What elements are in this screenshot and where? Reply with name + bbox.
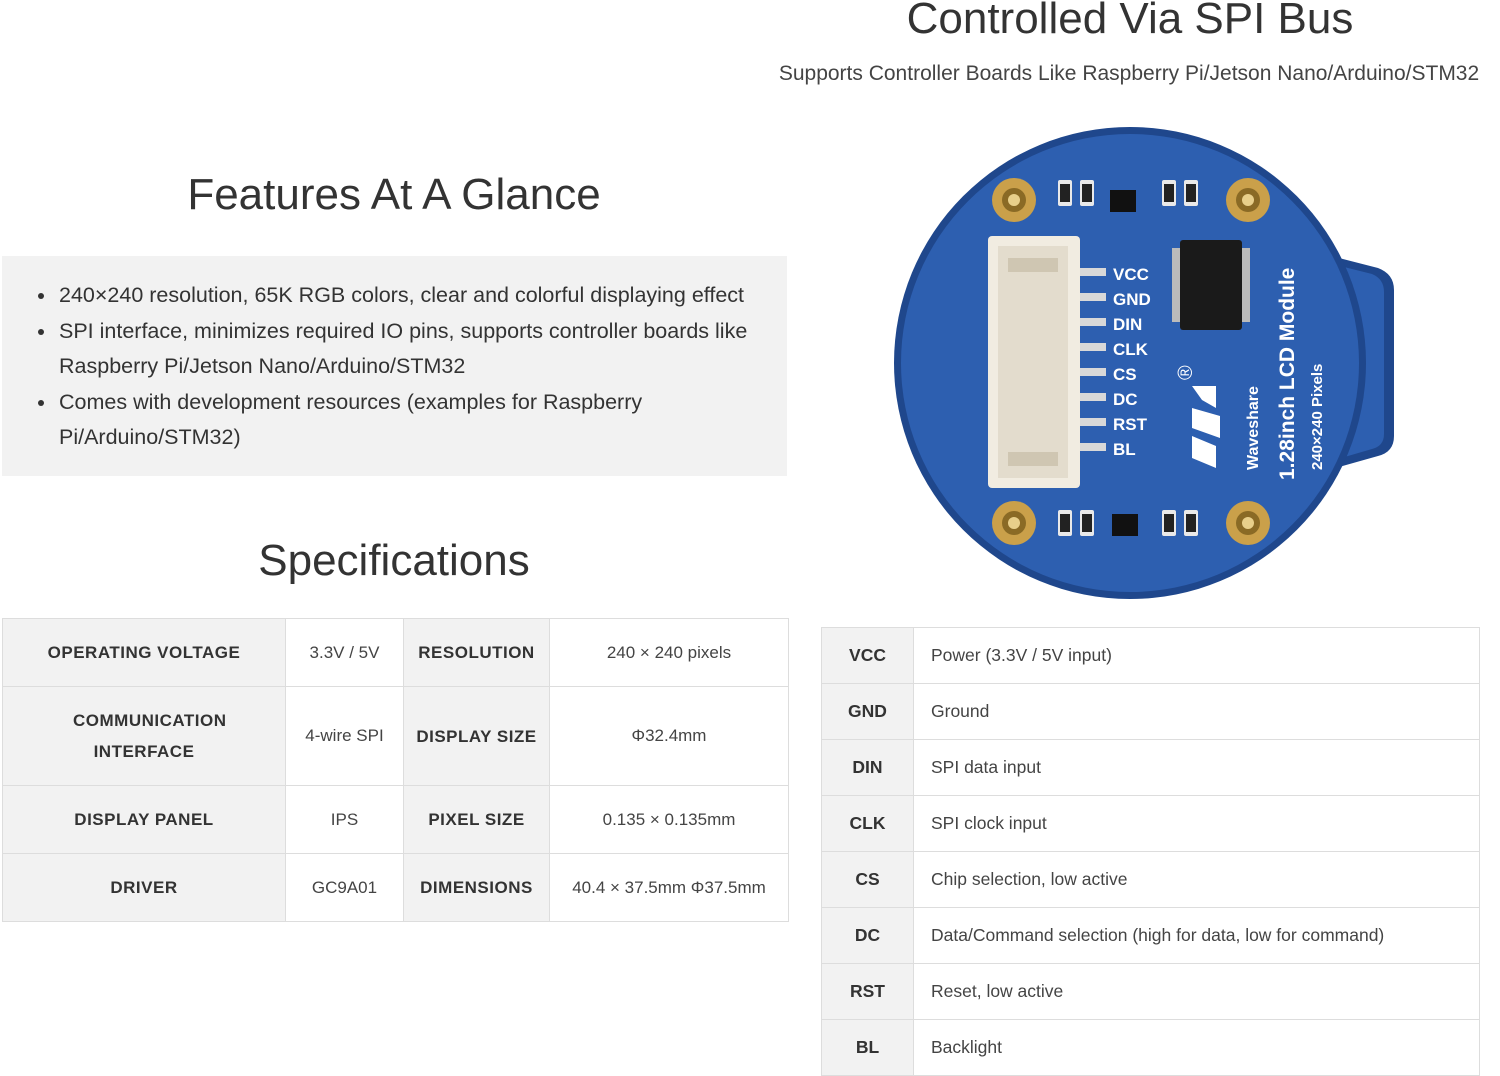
feature-item: 240×240 resolution, 65K RGB colors, clea… [57, 278, 767, 314]
registered-mark: ® [1175, 365, 1197, 380]
pinout-desc: Chip selection, low active [913, 851, 1480, 908]
spec-label: OPERATING VOLTAGE [2, 618, 286, 687]
features-box: 240×240 resolution, 65K RGB colors, clea… [2, 256, 787, 476]
pinout-desc: Reset, low active [913, 963, 1480, 1020]
pinout-table: VCC Power (3.3V / 5V input) GND Ground D… [821, 627, 1480, 1076]
pinout-pin: DC [821, 907, 914, 964]
feature-item: SPI interface, minimizes required IO pin… [57, 314, 767, 385]
spi-subtitle: Supports Controller Boards Like Raspberr… [778, 62, 1480, 85]
spec-label: PIXEL SIZE [403, 785, 550, 854]
board-pin-label: RST [1113, 415, 1148, 434]
pinout-pin: VCC [821, 627, 914, 684]
spec-value: IPS [285, 785, 404, 854]
spec-value: 0.135 × 0.135mm [549, 785, 789, 854]
spec-value: 240 × 240 pixels [549, 618, 789, 687]
pinout-pin: CS [821, 851, 914, 908]
pinout-row: CS Chip selection, low active [821, 851, 1480, 908]
pinout-row: DIN SPI data input [821, 739, 1480, 796]
specifications-table: OPERATING VOLTAGE 3.3V / 5V RESOLUTION 2… [2, 618, 789, 922]
lcd-module-board: VCC GND DIN CLK CS DC RST BL ® Waveshare… [894, 127, 1394, 599]
pinout-row: CLK SPI clock input [821, 795, 1480, 852]
board-pin-label: BL [1113, 440, 1136, 459]
pinout-pin: RST [821, 963, 914, 1020]
board-pin-label: CLK [1113, 340, 1149, 359]
mounting-hole [1226, 178, 1270, 222]
spec-label: RESOLUTION [403, 618, 550, 687]
pinout-row: GND Ground [821, 683, 1480, 740]
mounting-hole [992, 178, 1036, 222]
pinout-pin: CLK [821, 795, 914, 852]
pinout-row: BL Backlight [821, 1019, 1480, 1076]
spec-row: COMMUNICATION INTERFACE 4-wire SPI DISPL… [2, 686, 789, 786]
mounting-hole [1226, 501, 1270, 545]
spec-label: DISPLAY SIZE [403, 686, 550, 786]
specifications-title: Specifications [258, 536, 530, 585]
spec-value: 4-wire SPI [285, 686, 404, 786]
pinout-desc: SPI data input [913, 739, 1480, 796]
pinout-desc: SPI clock input [913, 795, 1480, 852]
spec-row: DRIVER GC9A01 DIMENSIONS 40.4 × 37.5mm Φ… [2, 853, 789, 922]
pinout-desc: Backlight [913, 1019, 1480, 1076]
spi-title: Controlled Via SPI Bus [906, 0, 1354, 43]
pinout-pin: GND [821, 683, 914, 740]
spec-label: DIMENSIONS [403, 853, 550, 922]
pinout-desc: Ground [913, 683, 1480, 740]
board-pin-label: DC [1113, 390, 1138, 409]
spec-row: OPERATING VOLTAGE 3.3V / 5V RESOLUTION 2… [2, 618, 789, 687]
spec-label: COMMUNICATION INTERFACE [2, 686, 286, 786]
board-pin-label: GND [1113, 290, 1151, 309]
spec-value: Φ32.4mm [549, 686, 789, 786]
board-model: 1.28inch LCD Module [1276, 268, 1299, 480]
board-pin-label: CS [1113, 365, 1137, 384]
board-pixels: 240×240 Pixels [1309, 364, 1326, 470]
spec-value: 3.3V / 5V [285, 618, 404, 687]
pinout-pin: BL [821, 1019, 914, 1076]
board-pin-label: VCC [1113, 265, 1149, 284]
features-list: 240×240 resolution, 65K RGB colors, clea… [2, 256, 787, 456]
spec-row: DISPLAY PANEL IPS PIXEL SIZE 0.135 × 0.1… [2, 785, 789, 854]
pinout-row: RST Reset, low active [821, 963, 1480, 1020]
spec-label: DISPLAY PANEL [2, 785, 286, 854]
features-title: Features At A Glance [187, 170, 601, 219]
mounting-hole [992, 501, 1036, 545]
feature-item: Comes with development resources (exampl… [57, 385, 767, 456]
pinout-pin: DIN [821, 739, 914, 796]
board-brand: Waveshare [1245, 386, 1262, 470]
ic-chip [1172, 240, 1250, 330]
board-pin-label: DIN [1113, 315, 1142, 334]
pinout-row: VCC Power (3.3V / 5V input) [821, 627, 1480, 684]
spec-value: GC9A01 [285, 853, 404, 922]
pinout-desc: Data/Command selection (high for data, l… [913, 907, 1480, 964]
pinout-desc: Power (3.3V / 5V input) [913, 627, 1480, 684]
pinout-row: DC Data/Command selection (high for data… [821, 907, 1480, 964]
spec-value: 40.4 × 37.5mm Φ37.5mm [549, 853, 789, 922]
spec-label: DRIVER [2, 853, 286, 922]
